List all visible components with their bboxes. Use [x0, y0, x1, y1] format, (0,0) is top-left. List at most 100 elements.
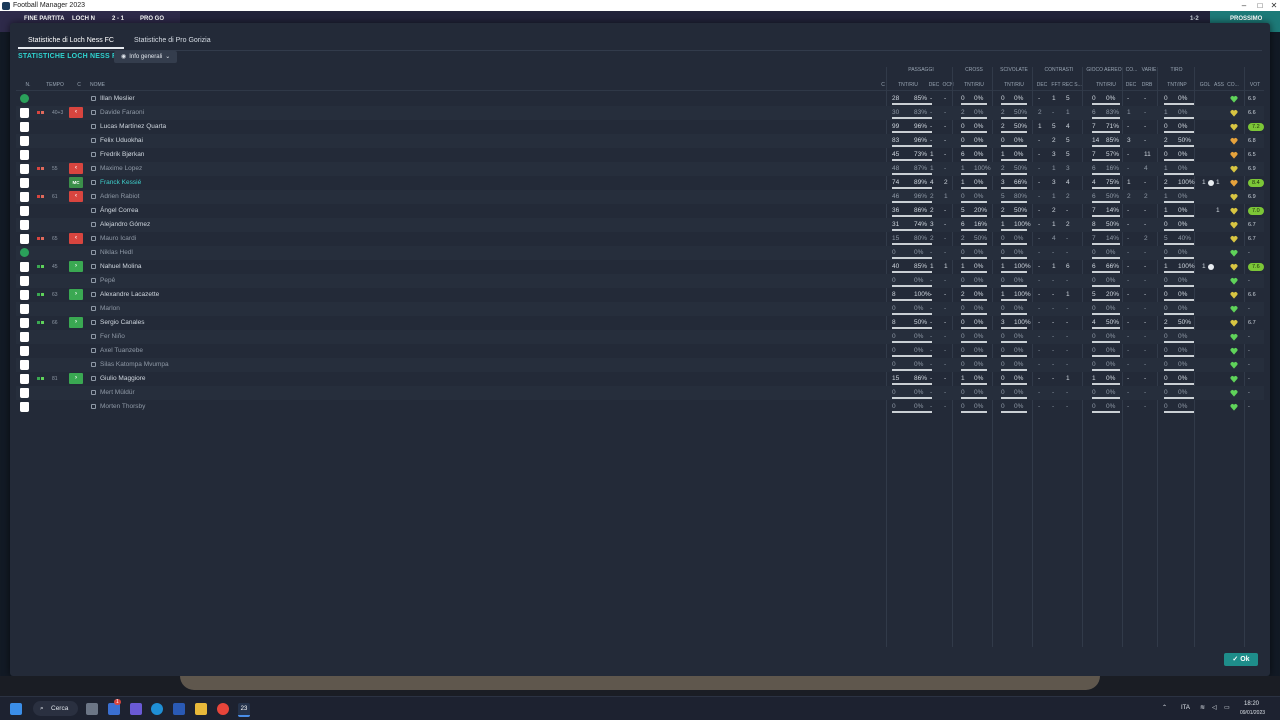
- player-profile-icon[interactable]: [91, 306, 96, 311]
- player-profile-icon[interactable]: [91, 124, 96, 129]
- volume-icon[interactable]: ◁: [1212, 704, 1217, 711]
- player-profile-icon[interactable]: [91, 250, 96, 255]
- clock-time[interactable]: 18:20: [1244, 701, 1259, 707]
- teams-chat-icon[interactable]: [130, 703, 142, 715]
- table-row[interactable]: Mert Müldür 0 0% - -0 0% 0 0% - - -0 0% - -0 0% -: [16, 386, 1264, 400]
- column-header[interactable]: DEC: [928, 82, 940, 88]
- column-header[interactable]: GOL: [1199, 82, 1211, 88]
- store-icon[interactable]: [173, 703, 185, 715]
- player-profile-icon[interactable]: [91, 222, 96, 227]
- player-name[interactable]: Ángel Correa: [100, 204, 138, 218]
- file-explorer-icon[interactable]: [195, 703, 207, 715]
- player-profile-icon[interactable]: [91, 390, 96, 395]
- column-header[interactable]: VOT: [1246, 82, 1264, 88]
- column-header[interactable]: TNT/RIU: [998, 82, 1030, 88]
- table-row[interactable]: Lucas Martínez Quarta 99 96% - -0 0% 2 50% 1 5 4 7 7…: [16, 120, 1264, 134]
- close-window-button[interactable]: ✕: [1264, 0, 1280, 11]
- player-profile-icon[interactable]: [91, 110, 96, 115]
- column-header[interactable]: TNT/RIU: [892, 82, 924, 88]
- tab-home-stats[interactable]: Statistiche di Loch Ness FC: [18, 33, 124, 49]
- player-name[interactable]: Fredrik Bjørkan: [100, 148, 144, 162]
- player-name[interactable]: Alexandre Lacazette: [100, 288, 159, 302]
- player-name[interactable]: Illan Meslier: [100, 92, 135, 106]
- edge-browser-icon[interactable]: [151, 703, 163, 715]
- player-name[interactable]: Giulio Maggiore: [100, 372, 146, 386]
- player-profile-icon[interactable]: [91, 138, 96, 143]
- player-profile-icon[interactable]: [91, 362, 96, 367]
- table-row[interactable]: Illan Meslier 28 85% - -0 0% 0 0% -1 5 0 0% - -0 0% 6.9: [16, 92, 1264, 106]
- column-header[interactable]: N.: [22, 82, 34, 88]
- player-profile-icon[interactable]: [91, 320, 96, 325]
- column-header[interactable]: REC S...: [1062, 82, 1082, 88]
- table-row[interactable]: 45 › Nahuel Molina 40 85% 1 1 1 0% 1 100% -1 6 6 66% - -…: [16, 260, 1264, 274]
- table-row[interactable]: Pepê 0 0% - -0 0% 0 0% - - -0 0% - -0 0% -: [16, 274, 1264, 288]
- column-header[interactable]: CO...: [1226, 82, 1240, 88]
- column-header[interactable]: FFT: [1050, 82, 1062, 88]
- player-name[interactable]: Fer Niño: [100, 330, 125, 344]
- table-row[interactable]: Marlon 0 0% - -0 0% 0 0% - - -0 0% - -0 0% -: [16, 302, 1264, 316]
- language-indicator[interactable]: ITA: [1181, 705, 1190, 711]
- player-name[interactable]: Mert Müldür: [100, 386, 135, 400]
- player-profile-icon[interactable]: [91, 96, 96, 101]
- table-row[interactable]: Fer Niño 0 0% - -0 0% 0 0% - - -0 0% - -0 0% -: [16, 330, 1264, 344]
- column-header[interactable]: NOME: [90, 82, 130, 88]
- player-profile-icon[interactable]: [91, 166, 96, 171]
- column-header[interactable]: TEMPO: [44, 82, 66, 88]
- player-name[interactable]: Sergio Canales: [100, 316, 144, 330]
- player-name[interactable]: Axel Tuanzebe: [100, 344, 143, 358]
- battery-icon[interactable]: ▭: [1224, 704, 1230, 711]
- column-header[interactable]: TNT/RIU: [958, 82, 990, 88]
- football-manager-taskbar-icon[interactable]: 23: [238, 703, 250, 717]
- player-name[interactable]: Marlon: [100, 302, 120, 316]
- table-row[interactable]: 63 › Alexandre Lacazette 8 100% - -2 0% 1 100% - -1…: [16, 288, 1264, 302]
- column-header[interactable]: C: [74, 82, 84, 88]
- chevron-up-icon[interactable]: ⌃: [1162, 704, 1167, 711]
- table-row[interactable]: 61 ‹ Adrien Rabiot 46 96% 2 1 0 0% 5 80% -1 2 6 50% 2 2 1…: [16, 190, 1264, 204]
- table-row[interactable]: Axel Tuanzebe 0 0% - -0 0% 0 0% - - -0 0% - -0 0% -: [16, 344, 1264, 358]
- table-row[interactable]: 81 › Giulio Maggiore 15 86% - -1 0% 0 0% - -1 1 0% - -0…: [16, 372, 1264, 386]
- player-profile-icon[interactable]: [91, 236, 96, 241]
- player-profile-icon[interactable]: [91, 348, 96, 353]
- player-profile-icon[interactable]: [91, 334, 96, 339]
- player-profile-icon[interactable]: [91, 278, 96, 283]
- tab-away-stats[interactable]: Statistiche di Pro Gorizia: [124, 33, 221, 49]
- table-row[interactable]: Niklas Hedl 0 0% - -0 0% 0 0% - - -0 0% - -0 0% -: [16, 246, 1264, 260]
- table-row[interactable]: Felix Uduokhai 83 96% - -0 0% 0 0% -2 5 14 85% 3-2 50…: [16, 134, 1264, 148]
- table-row[interactable]: MC Franck Kessié 74 89% 4 2 1 0% 3 66% -3 4 4 75% 1-2 1…: [16, 176, 1264, 190]
- view-dropdown[interactable]: ◉ Info generali ⌄: [114, 51, 178, 63]
- column-header[interactable]: DEC: [1036, 82, 1048, 88]
- taskbar-search[interactable]: ⌕ Cerca: [33, 701, 78, 716]
- player-name[interactable]: Morten Thorsby: [100, 400, 145, 414]
- table-row[interactable]: Morten Thorsby 0 0% - -0 0% 0 0% - - -0 0% - -0 0% -: [16, 400, 1264, 414]
- player-name[interactable]: Felix Uduokhai: [100, 134, 143, 148]
- column-header[interactable]: DRB: [1140, 82, 1154, 88]
- player-profile-icon[interactable]: [91, 292, 96, 297]
- clock-date[interactable]: 09/01/2023: [1240, 710, 1265, 716]
- table-row[interactable]: Silas Katompa Mvumpa 0 0% - -0 0% 0 0% - - -0 0% - -0…: [16, 358, 1264, 372]
- player-name[interactable]: Maxime Lopez: [100, 162, 142, 176]
- ok-button[interactable]: ✓ Ok: [1224, 653, 1258, 666]
- table-row[interactable]: Fredrik Bjørkan 45 73% 1-6 0% 1 0% -3 5 7 57% -11 0 0…: [16, 148, 1264, 162]
- table-row[interactable]: 40+3 ‹ Davide Faraoni 30 83% - -2 0% 2 50% 2-1 6 83%…: [16, 106, 1264, 120]
- windows-start-icon[interactable]: [10, 703, 22, 715]
- player-profile-icon[interactable]: [91, 208, 96, 213]
- player-name[interactable]: Adrien Rabiot: [100, 190, 139, 204]
- table-row[interactable]: 55 ‹ Maxime Lopez 48 87% 1-1 100% 2 50% -1 3 6 16% -4…: [16, 162, 1264, 176]
- player-profile-icon[interactable]: [91, 376, 96, 381]
- table-row[interactable]: Alejandro Gómez 31 74% 3-6 16% 1 100% -1 2 8 50% - -…: [16, 218, 1264, 232]
- player-profile-icon[interactable]: [91, 194, 96, 199]
- column-header[interactable]: TNT/INP: [1162, 82, 1192, 88]
- table-row[interactable]: Ángel Correa 36 86% 2-5 20% 2 50% -2-7 14% - -1 0% 1…: [16, 204, 1264, 218]
- player-name[interactable]: Lucas Martínez Quarta: [100, 120, 166, 134]
- wifi-icon[interactable]: ≋: [1200, 704, 1205, 711]
- player-profile-icon[interactable]: [91, 180, 96, 185]
- table-row[interactable]: 66 › Sergio Canales 8 50% - -0 0% 3 100% - - -4 50% - -…: [16, 316, 1264, 330]
- player-name[interactable]: Pepê: [100, 274, 115, 288]
- player-name[interactable]: Silas Katompa Mvumpa: [100, 358, 169, 372]
- table-row[interactable]: 65 ‹ Mauro Icardi 15 80% 2-2 50% 0 0% -4-7 14% -2 5 4…: [16, 232, 1264, 246]
- player-profile-icon[interactable]: [91, 404, 96, 409]
- widgets-icon[interactable]: 1: [108, 699, 121, 715]
- player-name[interactable]: Davide Faraoni: [100, 106, 144, 120]
- column-header[interactable]: TNT/RIU: [1090, 82, 1122, 88]
- player-profile-icon[interactable]: [91, 264, 96, 269]
